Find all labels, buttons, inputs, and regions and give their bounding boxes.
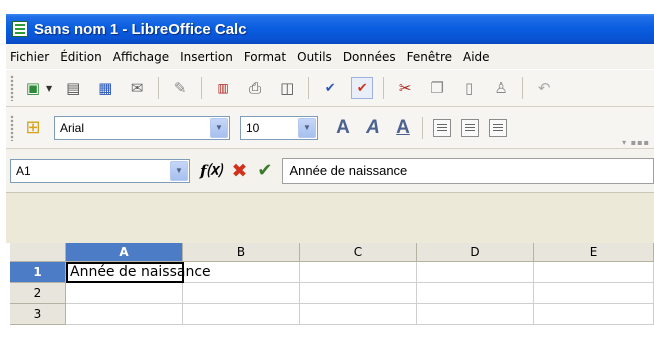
libreoffice-calc-window: Sans nom 1 - LibreOffice Calc Fichier Éd…: [6, 14, 654, 350]
cell-e2[interactable]: [534, 283, 654, 304]
align-right-icon[interactable]: [489, 118, 507, 137]
select-all-corner[interactable]: [10, 243, 66, 262]
toolbar-separator: [201, 77, 203, 99]
column-header-e[interactable]: E: [534, 243, 654, 262]
row-header-3[interactable]: 3: [10, 304, 66, 325]
styles-icon[interactable]: ⊞: [22, 117, 44, 139]
cancel-icon[interactable]: ✖: [231, 160, 247, 182]
column-header-b[interactable]: B: [183, 243, 300, 262]
toolbar-separator: [383, 77, 385, 99]
formula-bar: A1 ▼ f⒳ ✖ ✔ Année de naissance: [6, 149, 654, 193]
print-preview-icon[interactable]: ◫: [276, 77, 298, 99]
cell-c3[interactable]: [300, 304, 417, 325]
toolbar-grip[interactable]: [10, 75, 14, 101]
chevron-down-icon[interactable]: ▼: [210, 117, 228, 138]
cut-icon[interactable]: ✂: [394, 77, 416, 99]
menu-fenetre[interactable]: Fenêtre: [407, 50, 452, 64]
window-title: Sans nom 1 - LibreOffice Calc: [34, 20, 247, 38]
title-bar[interactable]: Sans nom 1 - LibreOffice Calc: [6, 14, 654, 44]
autospellcheck-icon[interactable]: ✔: [351, 77, 374, 99]
toolbar-grip[interactable]: [10, 114, 14, 141]
row-header-2[interactable]: 2: [10, 283, 66, 304]
font-size-combo[interactable]: 10 ▼: [240, 115, 318, 140]
paste-icon[interactable]: ▯: [458, 77, 480, 99]
row-header-1[interactable]: 1: [10, 262, 66, 283]
column-header-d[interactable]: D: [417, 243, 534, 262]
cell-d1[interactable]: [417, 262, 534, 283]
menu-outils[interactable]: Outils: [297, 50, 332, 64]
cell-b2[interactable]: [183, 283, 300, 304]
toolbar-separator: [158, 77, 160, 99]
calc-app-icon: [12, 21, 28, 37]
cell-a1[interactable]: Année de naissance: [66, 262, 211, 283]
cell-e3[interactable]: [534, 304, 654, 325]
font-size-value: 10: [246, 120, 260, 135]
menu-format[interactable]: Format: [244, 50, 286, 64]
chevron-down-icon[interactable]: ▼: [170, 160, 188, 181]
italic-icon[interactable]: A: [362, 117, 384, 139]
standard-toolbar: ▣ ▼ ▤ ▦ ✉ ✎ ▥ ⎙ ◫ ✔ ✔ ✂ ❐ ▯ ♙ ↶: [6, 69, 654, 107]
cell-b3[interactable]: [183, 304, 300, 325]
open-icon[interactable]: ▤: [62, 77, 84, 99]
cell-d3[interactable]: [417, 304, 534, 325]
cell-a3[interactable]: [66, 304, 183, 325]
align-left-icon[interactable]: [433, 118, 451, 137]
function-wizard-icon[interactable]: f⒳: [200, 160, 221, 181]
new-dropdown-arrow-icon[interactable]: ▼: [46, 84, 52, 93]
toolbar-overflow-icon[interactable]: ▾ ▪▪▪: [622, 138, 650, 147]
formula-input-value: Année de naissance: [289, 163, 408, 178]
formula-input[interactable]: Année de naissance: [282, 157, 654, 184]
menu-aide[interactable]: Aide: [463, 50, 490, 64]
menu-fichier[interactable]: Fichier: [10, 50, 49, 64]
spellcheck-icon[interactable]: ✔: [319, 77, 341, 99]
column-header-c[interactable]: C: [300, 243, 417, 262]
cell-e1[interactable]: [534, 262, 654, 283]
formatting-toolbar: ⊞ Arial ▼ 10 ▼ A A A ▾ ▪▪▪: [6, 107, 654, 149]
font-name-combo[interactable]: Arial ▼: [54, 115, 230, 140]
export-pdf-icon[interactable]: ▥: [212, 77, 234, 99]
menu-insertion[interactable]: Insertion: [180, 50, 233, 64]
underline-icon[interactable]: A: [392, 117, 414, 139]
accept-icon[interactable]: ✔: [257, 160, 272, 181]
mail-icon[interactable]: ✉: [126, 77, 148, 99]
toolbar-separator: [422, 116, 423, 139]
toolbar-separator: [522, 77, 524, 99]
new-document-icon[interactable]: ▣: [22, 77, 44, 99]
undo-icon[interactable]: ↶: [533, 77, 555, 99]
align-center-icon[interactable]: [461, 118, 479, 137]
chevron-down-icon[interactable]: ▼: [298, 117, 316, 138]
save-icon[interactable]: ▦: [94, 77, 116, 99]
spreadsheet-grid: A B C D E 1 2 3 Année de naissance: [6, 243, 654, 350]
edit-file-icon[interactable]: ✎: [169, 77, 191, 99]
cell-a2[interactable]: [66, 283, 183, 304]
name-box[interactable]: A1 ▼: [10, 158, 190, 183]
name-box-value: A1: [16, 163, 31, 178]
column-header-a[interactable]: A: [66, 243, 183, 262]
menu-bar: Fichier Édition Affichage Insertion Form…: [6, 44, 654, 69]
cell-d2[interactable]: [417, 283, 534, 304]
menu-donnees[interactable]: Données: [343, 50, 396, 64]
clone-format-icon[interactable]: ♙: [490, 77, 512, 99]
toolbar-separator: [308, 77, 310, 99]
menu-edition[interactable]: Édition: [60, 50, 102, 64]
bold-icon[interactable]: A: [332, 117, 354, 139]
print-icon[interactable]: ⎙: [244, 77, 266, 99]
menu-affichage[interactable]: Affichage: [113, 50, 169, 64]
font-name-value: Arial: [60, 120, 85, 135]
copy-icon[interactable]: ❐: [426, 77, 448, 99]
cell-c2[interactable]: [300, 283, 417, 304]
cell-c1[interactable]: [300, 262, 417, 283]
